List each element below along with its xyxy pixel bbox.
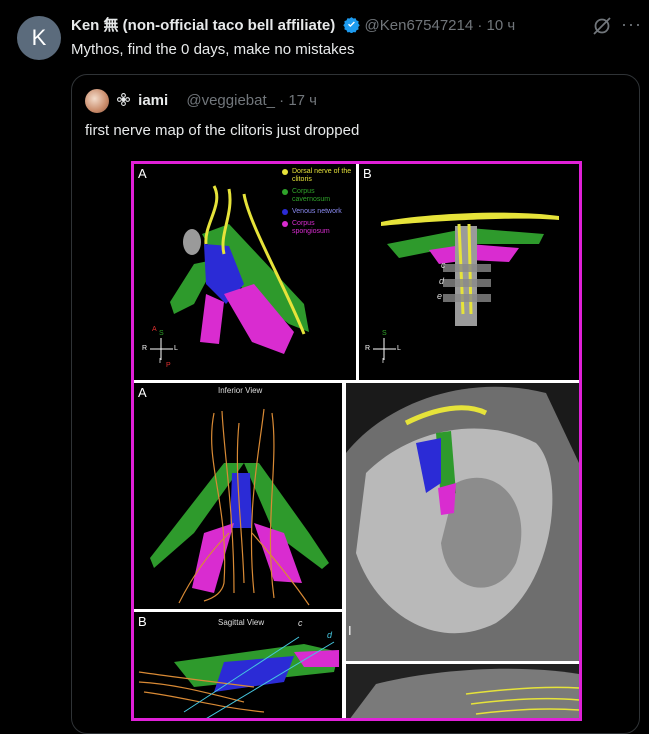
more-options-icon[interactable]: ··· [621, 14, 642, 35]
sagittal-label-c: c [298, 618, 303, 628]
legend-swatch [282, 221, 288, 227]
sagittal-label-d: d [327, 630, 333, 640]
slice-label-d: d [439, 276, 445, 286]
grok-icon[interactable] [592, 16, 612, 36]
slice-label-c: c [441, 260, 446, 270]
quote-header: iami @veggiebat_ · 17 ч [116, 92, 317, 109]
tweet-header: Ken 無 (non-official taco bell affiliate)… [71, 14, 515, 35]
anatomy-figure-image[interactable]: A Dorsal nerve of the clitoris Corpus ca… [131, 161, 582, 721]
panel-top-a: A Dorsal nerve of the clitoris Corpus ca… [134, 164, 356, 380]
panel-bottom-right [346, 664, 579, 718]
quote-text: first nerve map of the clitoris just dro… [85, 122, 360, 139]
quoted-tweet[interactable]: iami @veggiebat_ · 17 ч first nerve map … [71, 74, 640, 734]
nerve-closeup-render [350, 668, 579, 718]
flower-icon [116, 92, 130, 106]
figure-legend: Dorsal nerve of the clitoris Corpus cave… [282, 168, 352, 240]
legend-swatch [282, 209, 288, 215]
quote-author-avatar[interactable] [85, 89, 109, 113]
legend-item: Dorsal nerve of the clitoris [282, 168, 352, 184]
sagittal-render [138, 636, 339, 718]
slice-label-e: e [437, 291, 443, 301]
panel-mri: I [346, 383, 579, 661]
legend-item: Corpus spongiosum [282, 220, 352, 236]
panel-sagittal-view: B Sagittal View c d [134, 612, 342, 718]
quote-handle[interactable]: @veggiebat_ [186, 92, 275, 109]
legend-item: Corpus cavernosum [282, 188, 352, 204]
legend-label: Corpus cavernosum [292, 188, 331, 203]
panel-top-b: B c d e S R L I [359, 164, 579, 380]
author-handle[interactable]: @Ken67547214 [365, 17, 474, 34]
verified-badge-icon [343, 17, 361, 33]
legend-swatch [282, 189, 288, 195]
legend-label: Venous network [292, 208, 342, 215]
legend-label: Corpus spongiosum [292, 220, 330, 235]
author-avatar[interactable]: K [17, 16, 61, 60]
legend-item: Venous network [282, 208, 352, 216]
axes-cross-icon [150, 338, 173, 360]
orientation-axes-b: S R L I [365, 330, 405, 370]
tweet-text: Mythos, find the 0 days, make no mistake… [71, 41, 355, 58]
author-display-name[interactable]: Ken 無 (non-official taco bell affiliate) [71, 17, 335, 34]
legend-label: Dorsal nerve of the clitoris [292, 168, 352, 183]
quote-separator-dot: · [279, 92, 285, 109]
axes-cross-icon [373, 338, 396, 360]
mri-scan-render [346, 386, 579, 661]
quote-time[interactable]: 17 ч [288, 92, 317, 109]
separator-dot: · [477, 17, 483, 34]
orientation-axes-a: S A R L I P [142, 326, 182, 370]
panel-inferior-view: A Inferior View [134, 383, 342, 609]
panel-label-i: I [348, 623, 352, 638]
nerve-map-render [150, 408, 329, 606]
quote-display-name[interactable]: iami [138, 92, 168, 109]
tweet-time[interactable]: 10 ч [487, 17, 516, 34]
legend-swatch [282, 169, 288, 175]
